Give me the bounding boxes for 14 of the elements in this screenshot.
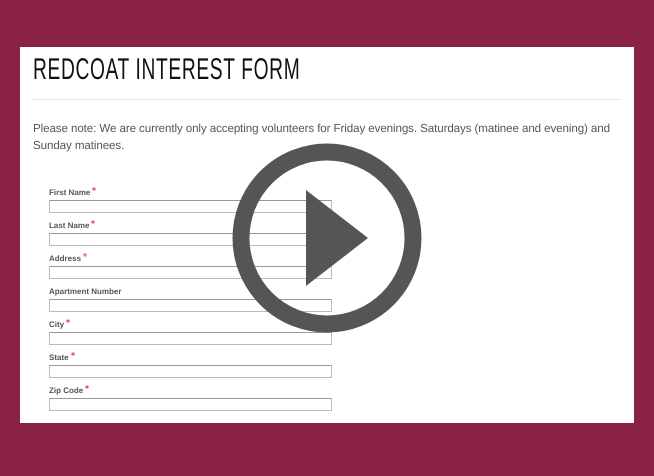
page-title: REDCOAT INTEREST FORM	[33, 53, 300, 86]
field-label: Zip Code	[49, 385, 84, 397]
field-label: City	[49, 319, 64, 331]
field-label: Apartment Number	[49, 286, 122, 298]
input-field[interactable]	[49, 365, 332, 378]
field-label: Address	[49, 253, 82, 265]
input-field[interactable]	[49, 332, 332, 345]
note-text: Please note: We are currently only accepting volunteers for Friday evenings. Saturdays (matinee and evening) and Sunday matinees.	[33, 121, 611, 154]
video-play-overlay[interactable]	[232, 143, 422, 333]
input-field[interactable]	[49, 299, 332, 312]
field-label: Last Name	[49, 220, 90, 232]
field-label: State	[49, 352, 69, 364]
field-label: First Name	[49, 187, 90, 199]
input-field[interactable]	[49, 398, 332, 411]
